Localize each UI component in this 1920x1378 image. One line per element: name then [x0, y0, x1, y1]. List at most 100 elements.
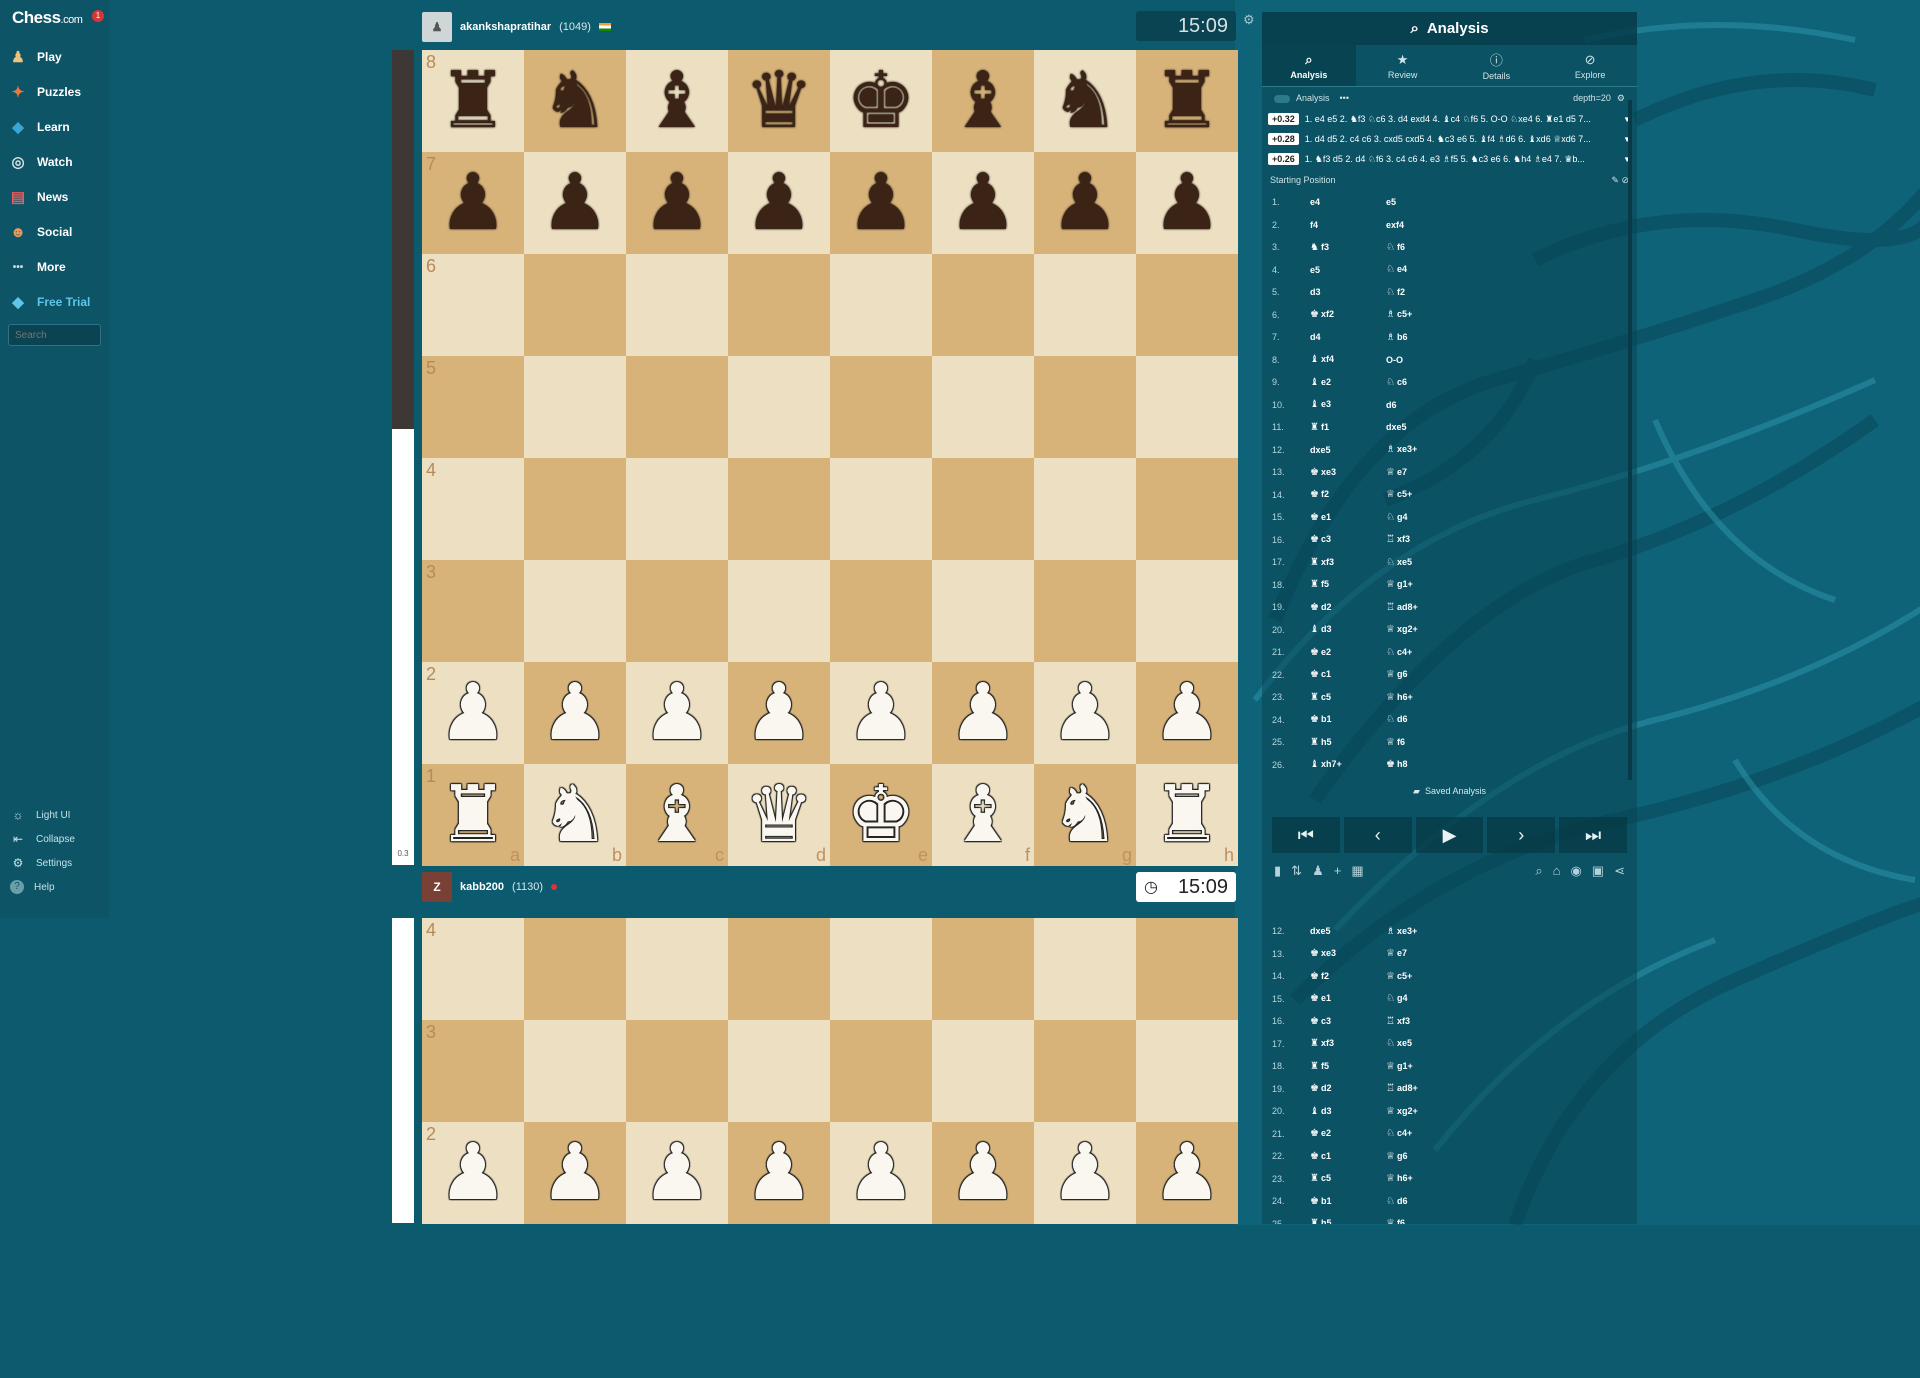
board-square[interactable]: ♜	[1136, 50, 1238, 152]
board-square[interactable]	[1136, 254, 1238, 356]
notification-badge[interactable]: 1	[92, 10, 104, 22]
top-player-avatar[interactable]: ♟	[422, 12, 452, 42]
white-knight-icon[interactable]: ♞	[1050, 776, 1120, 854]
plus-icon[interactable]: +	[1334, 863, 1342, 879]
black-pawn-icon[interactable]: ♟	[744, 164, 814, 242]
white-pawn-icon[interactable]: ♟	[744, 674, 814, 752]
board-square[interactable]	[1136, 356, 1238, 458]
white-move[interactable]: ♚ xf2	[1310, 309, 1386, 320]
board-square[interactable]: 4	[422, 918, 524, 1020]
white-queen-icon[interactable]: ♛	[744, 776, 814, 854]
board-square[interactable]	[1034, 458, 1136, 560]
white-move[interactable]: ♝ d3	[1310, 624, 1386, 635]
white-move[interactable]: dxe5	[1310, 445, 1386, 455]
black-move[interactable]: ♕ f6	[1386, 1218, 1405, 1224]
white-move[interactable]: ♚ c1	[1310, 669, 1386, 680]
board-square[interactable]	[728, 918, 830, 1020]
board-square[interactable]	[932, 1020, 1034, 1122]
board-square[interactable]: 3	[422, 560, 524, 662]
board-square[interactable]: c ♝	[626, 764, 728, 866]
board-square[interactable]	[1136, 918, 1238, 1020]
engine-line[interactable]: +0.32 1. e4 e5 2. ♞f3 ♘c6 3. d4 exd4 4. ♝…	[1268, 109, 1631, 129]
white-pawn-icon[interactable]: ♟	[1152, 674, 1222, 752]
board-square[interactable]: ♟	[524, 662, 626, 764]
white-pawn-icon[interactable]: ♟	[642, 674, 712, 752]
black-move[interactable]: ♘ c4+	[1386, 647, 1412, 658]
board-square[interactable]	[728, 458, 830, 560]
board-square[interactable]: f ♝	[932, 764, 1034, 866]
play-button[interactable]: ▶	[1415, 817, 1484, 853]
white-move[interactable]: ♚ c1	[1310, 1151, 1386, 1162]
board-square[interactable]	[830, 356, 932, 458]
black-move[interactable]: d6	[1386, 400, 1397, 410]
board-square[interactable]	[830, 458, 932, 560]
board-square[interactable]	[524, 1020, 626, 1122]
board-square[interactable]	[728, 1020, 830, 1122]
board-square[interactable]: 3	[422, 1020, 524, 1122]
board-square[interactable]	[830, 918, 932, 1020]
board-square[interactable]: ♟	[830, 152, 932, 254]
white-move[interactable]: d3	[1310, 287, 1386, 297]
board-square[interactable]: d ♛	[728, 764, 830, 866]
saved-analysis-button[interactable]: ▰ Saved Analysis	[1262, 779, 1637, 803]
board-square[interactable]: 8 ♜	[422, 50, 524, 152]
board-square[interactable]: 7 ♟	[422, 152, 524, 254]
notes-icon[interactable]: ✎	[1611, 175, 1619, 185]
board-square[interactable]	[1034, 1020, 1136, 1122]
board-settings-icon[interactable]: ⚙	[1243, 12, 1255, 28]
black-knight-icon[interactable]: ♞	[1050, 62, 1120, 140]
white-pawn-icon[interactable]: ♟	[438, 1134, 508, 1212]
bottom-player-avatar[interactable]: Z	[422, 872, 452, 902]
black-move[interactable]: ♘ c4+	[1386, 1128, 1412, 1139]
board-square[interactable]: ♝	[932, 50, 1034, 152]
zoom-icon[interactable]: ⌕	[1535, 863, 1542, 879]
target-icon[interactable]: ◉	[1570, 863, 1581, 879]
black-move[interactable]: ♖ xf3	[1386, 1016, 1410, 1027]
board-square[interactable]	[626, 918, 728, 1020]
board-square[interactable]	[626, 1020, 728, 1122]
board-square[interactable]	[1136, 560, 1238, 662]
white-move[interactable]: ♜ f5	[1310, 579, 1386, 590]
white-pawn-icon[interactable]: ♟	[1152, 1134, 1222, 1212]
white-move[interactable]: ♚ e2	[1310, 1128, 1386, 1139]
board-square[interactable]: ♟	[728, 1122, 830, 1224]
board-square[interactable]: ♟	[932, 152, 1034, 254]
white-move[interactable]: ♝ e2	[1310, 377, 1386, 388]
board-square[interactable]: ♟	[524, 1122, 626, 1224]
black-pawn-icon[interactable]: ♟	[642, 164, 712, 242]
black-king-icon[interactable]: ♚	[846, 62, 916, 140]
black-pawn-icon[interactable]: ♟	[1050, 164, 1120, 242]
board-square[interactable]: 1 a ♜	[422, 764, 524, 866]
black-move[interactable]: ♘ c6	[1386, 377, 1407, 388]
white-move[interactable]: ♜ c5	[1310, 692, 1386, 703]
white-pawn-icon[interactable]: ♟	[642, 1134, 712, 1212]
nav-item-news[interactable]: ▤ News	[8, 184, 68, 210]
nav-item-free-trial[interactable]: ◆ Free Trial	[8, 289, 90, 315]
black-move[interactable]: O-O	[1386, 355, 1403, 365]
tab-review[interactable]: ★ Review	[1356, 45, 1450, 86]
white-move[interactable]: ♚ e1	[1310, 993, 1386, 1004]
white-move[interactable]: ♚ c3	[1310, 1016, 1386, 1027]
nav-item-watch[interactable]: ◎ Watch	[8, 149, 72, 175]
white-king-icon[interactable]: ♚	[846, 776, 916, 854]
board-square[interactable]	[524, 356, 626, 458]
white-move[interactable]: ♝ e3	[1310, 399, 1386, 410]
black-pawn-icon[interactable]: ♟	[1152, 164, 1222, 242]
black-move[interactable]: ♘ xe5	[1386, 557, 1412, 568]
board-square[interactable]	[728, 560, 830, 662]
white-move[interactable]: ♚ d2	[1310, 1083, 1386, 1094]
board-square[interactable]: ♟	[1136, 152, 1238, 254]
board-square[interactable]: ♟	[932, 1122, 1034, 1224]
tab-details[interactable]: ⓘ Details	[1450, 45, 1544, 86]
board-square[interactable]: e ♚	[830, 764, 932, 866]
black-move[interactable]: ♕ g1+	[1386, 579, 1413, 590]
white-rook-icon[interactable]: ♜	[438, 776, 508, 854]
white-move[interactable]: e4	[1310, 197, 1386, 207]
black-move[interactable]: ♕ f6	[1386, 737, 1405, 748]
footer-item-settings[interactable]: ⚙ Settings	[10, 854, 73, 872]
black-move[interactable]: ♗ c5+	[1386, 309, 1412, 320]
board-square[interactable]: 5	[422, 356, 524, 458]
board-square[interactable]	[932, 458, 1034, 560]
first-move-button[interactable]: ⏮	[1272, 817, 1340, 853]
black-move[interactable]: ♘ g4	[1386, 512, 1407, 523]
